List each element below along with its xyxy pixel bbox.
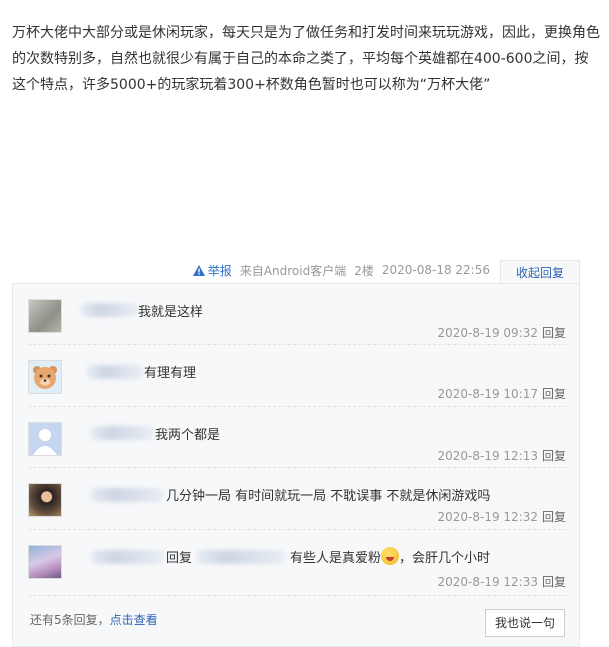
report-link[interactable]: 举报: [192, 262, 232, 279]
avatar[interactable]: [28, 299, 62, 333]
more-replies: 还有5条回复，点击查看: [30, 611, 158, 628]
reply-text: 回复: [166, 547, 192, 566]
reply-button[interactable]: 回复: [542, 575, 566, 589]
floor-number: 2楼: [354, 263, 374, 278]
username-blurred[interactable]: [90, 426, 154, 440]
say-something-button[interactable]: 我也说一句: [484, 609, 565, 637]
reply-time: 2020-8-19 12:13: [437, 449, 538, 463]
reply-suffix: 有些人是真爱粉: [290, 551, 382, 566]
avatar[interactable]: [28, 545, 62, 579]
bear-avatar-icon: [33, 366, 57, 389]
reply-text: 几分钟一局 有时间就玩一局 不耽误事 不就是休闲游戏吗: [166, 489, 491, 504]
warning-icon: [192, 264, 205, 276]
user-silhouette-icon: [33, 429, 57, 455]
avatar[interactable]: [28, 360, 62, 394]
reply-text: 我两个都是: [155, 428, 221, 443]
reply-text: 我就是这样: [138, 305, 204, 320]
reply-meta: 2020-8-19 12:32 回复: [437, 508, 566, 525]
reply-list: 我就是这样 2020-8-19 09:32 回复 有理有理 2020-8-19 1…: [12, 283, 580, 647]
reply-meta: 2020-8-19 12:13 回复: [437, 447, 566, 464]
collapse-replies-button[interactable]: 收起回复: [499, 259, 580, 285]
post-meta-bar: 举报 来自Android客户端 2楼 2020-08-18 22:56 收起回复: [0, 259, 580, 285]
reply-text-suffix: 有些人是真爱粉 ，会肝几个小时: [290, 547, 490, 566]
reply-meta: 2020-8-19 10:17 回复: [437, 385, 566, 402]
reply-button[interactable]: 回复: [542, 387, 566, 401]
reply-button[interactable]: 回复: [542, 326, 566, 340]
reply-time: 2020-8-19 12:32: [437, 510, 538, 524]
reply-text: 有理有理: [144, 366, 197, 381]
reply-time: 2020-8-19 09:32: [437, 326, 538, 340]
avatar[interactable]: [28, 483, 62, 517]
username-blurred[interactable]: [80, 303, 138, 317]
list-item: 几分钟一局 有时间就玩一局 不耽误事 不就是休闲游戏吗 2020-8-19 12…: [28, 468, 566, 530]
reply-prefix: 回复: [166, 551, 193, 566]
reply-button[interactable]: 回复: [542, 510, 566, 524]
client-source: 来自Android客户端: [239, 263, 347, 278]
reply-meta: 2020-8-19 09:32 回复: [437, 324, 566, 341]
mentioned-user-blurred[interactable]: [196, 550, 286, 564]
reply-time: 2020-8-19 12:33: [437, 575, 538, 589]
list-item: 我两个都是 2020-8-19 12:13 回复: [28, 407, 566, 468]
post-time: 2020-08-18 22:56: [381, 263, 490, 277]
list-item: 有理有理 2020-8-19 10:17 回复: [28, 345, 566, 407]
list-item: 回复 有些人是真爱粉 ，会肝几个小时 2020-8-19 12:33 回复: [28, 530, 566, 596]
username-blurred[interactable]: [90, 488, 164, 502]
reply-tail: ，会肝几个小时: [399, 551, 491, 566]
list-item: 我就是这样 2020-8-19 09:32 回复: [28, 284, 566, 345]
report-label: 举报: [207, 263, 232, 278]
post-paragraph: 万杯大佬中大部分或是休闲玩家，每天只是为了做任务和打发时间来玩玩游戏，因此，更换…: [12, 25, 600, 93]
reply-meta: 2020-8-19 12:33 回复: [437, 573, 566, 590]
avatar[interactable]: [28, 422, 62, 456]
view-more-link[interactable]: 点击查看: [110, 613, 158, 627]
reply-button[interactable]: 回复: [542, 449, 566, 463]
grin-emoji-icon: [381, 547, 400, 565]
reply-time: 2020-8-19 10:17: [437, 387, 538, 401]
username-blurred[interactable]: [86, 365, 144, 379]
username-blurred[interactable]: [90, 550, 164, 564]
more-replies-text: 还有5条回复，: [30, 613, 110, 627]
